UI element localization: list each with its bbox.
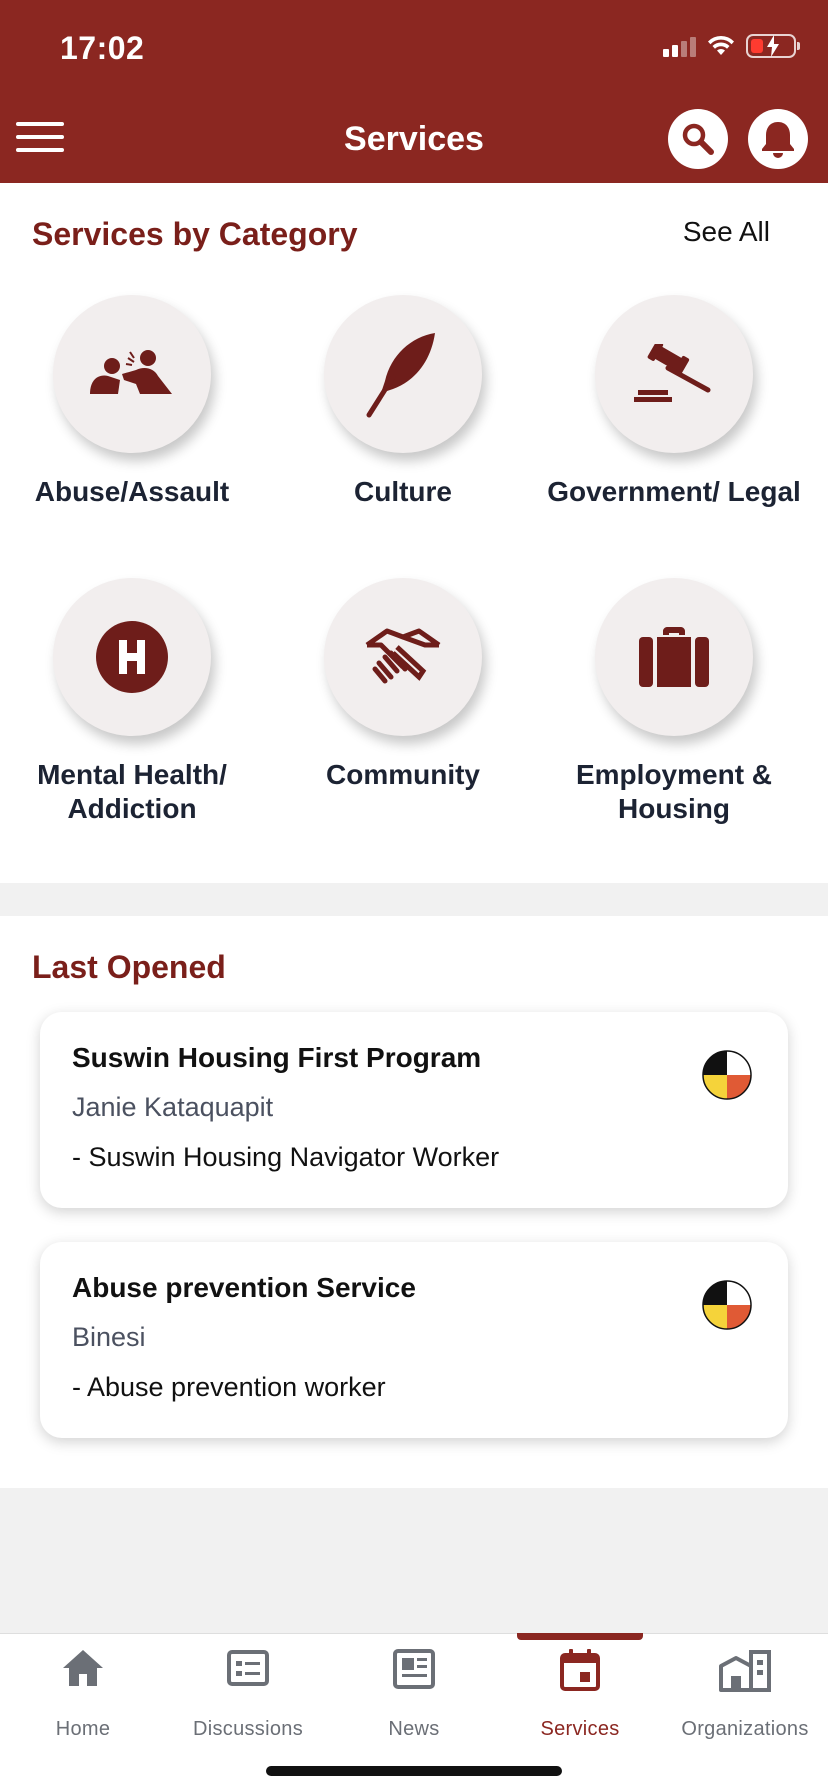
search-icon xyxy=(682,123,714,155)
app-header: 17:02 Services xyxy=(0,0,828,183)
nav-services[interactable]: Services xyxy=(497,1634,663,1754)
nav-discussions[interactable]: Discussions xyxy=(165,1634,331,1754)
card-person: Binesi xyxy=(72,1322,146,1352)
card-role: - Abuse prevention worker xyxy=(72,1372,386,1402)
card-person: Janie Kataquapit xyxy=(72,1092,274,1122)
nav-news[interactable]: News xyxy=(331,1634,497,1754)
battery-icon xyxy=(746,34,800,58)
status-icons xyxy=(663,34,800,58)
service-card[interactable]: Suswin Housing First Program Janie Kataq… xyxy=(40,1012,788,1208)
status-time: 17:02 xyxy=(60,30,145,66)
hospital-icon xyxy=(96,621,168,693)
cellular-signal-icon xyxy=(663,35,696,57)
categories-section: Services by Category See All Abuse/Assau… xyxy=(0,183,828,883)
feather-icon xyxy=(366,333,435,418)
card-title: Abuse prevention Service xyxy=(72,1272,416,1303)
card-title: Suswin Housing First Program xyxy=(72,1042,482,1073)
category-label: Mental Health/ Addiction xyxy=(37,759,227,824)
nav-label: Services xyxy=(540,1718,620,1740)
card-role: - Suswin Housing Navigator Worker xyxy=(72,1142,500,1172)
category-culture[interactable]: Culture xyxy=(268,295,538,509)
see-all-link[interactable]: See All xyxy=(683,216,770,248)
search-button[interactable] xyxy=(668,109,728,169)
category-label: Government/ Legal xyxy=(547,476,801,507)
category-mental-health-addiction[interactable]: Mental Health/ Addiction xyxy=(0,578,267,826)
section-title: Last Opened xyxy=(32,949,226,985)
medicine-wheel-icon xyxy=(702,1050,752,1100)
nav-label: Home xyxy=(55,1718,111,1740)
nav-label: News xyxy=(388,1718,440,1740)
service-card[interactable]: Abuse prevention Service Binesi - Abuse … xyxy=(40,1242,788,1438)
buildings-icon xyxy=(719,1650,771,1692)
last-opened-section: Last Opened Suswin Housing First Program… xyxy=(0,916,828,1488)
category-abuse-assault[interactable]: Abuse/Assault xyxy=(0,295,267,509)
category-community[interactable]: Community xyxy=(268,578,538,792)
nav-organizations[interactable]: Organizations xyxy=(662,1634,828,1754)
abuse-icon xyxy=(90,350,172,394)
category-label: Community xyxy=(326,759,480,790)
category-label: Culture xyxy=(354,476,452,507)
category-government-legal[interactable]: Government/ Legal xyxy=(539,295,809,509)
gavel-icon xyxy=(634,344,711,402)
category-label: Abuse/Assault xyxy=(34,476,230,507)
notifications-button[interactable] xyxy=(748,109,808,169)
home-indicator[interactable] xyxy=(266,1766,562,1776)
medicine-wheel-icon xyxy=(702,1280,752,1330)
wifi-icon xyxy=(708,35,734,55)
home-icon xyxy=(63,1650,103,1686)
nav-label: Organizations xyxy=(681,1718,809,1740)
handshake-icon xyxy=(365,628,441,684)
bell-icon xyxy=(762,122,794,158)
section-title: Services by Category xyxy=(32,216,358,252)
briefcase-icon xyxy=(639,627,709,687)
news-icon xyxy=(393,1649,435,1689)
nav-home[interactable]: Home xyxy=(0,1634,166,1754)
discussions-icon xyxy=(227,1650,269,1686)
calendar-icon xyxy=(560,1649,600,1691)
category-employment-housing[interactable]: Employment & Housing xyxy=(539,578,809,826)
category-label: Employment & Housing xyxy=(575,759,773,824)
nav-label: Discussions xyxy=(193,1718,303,1740)
